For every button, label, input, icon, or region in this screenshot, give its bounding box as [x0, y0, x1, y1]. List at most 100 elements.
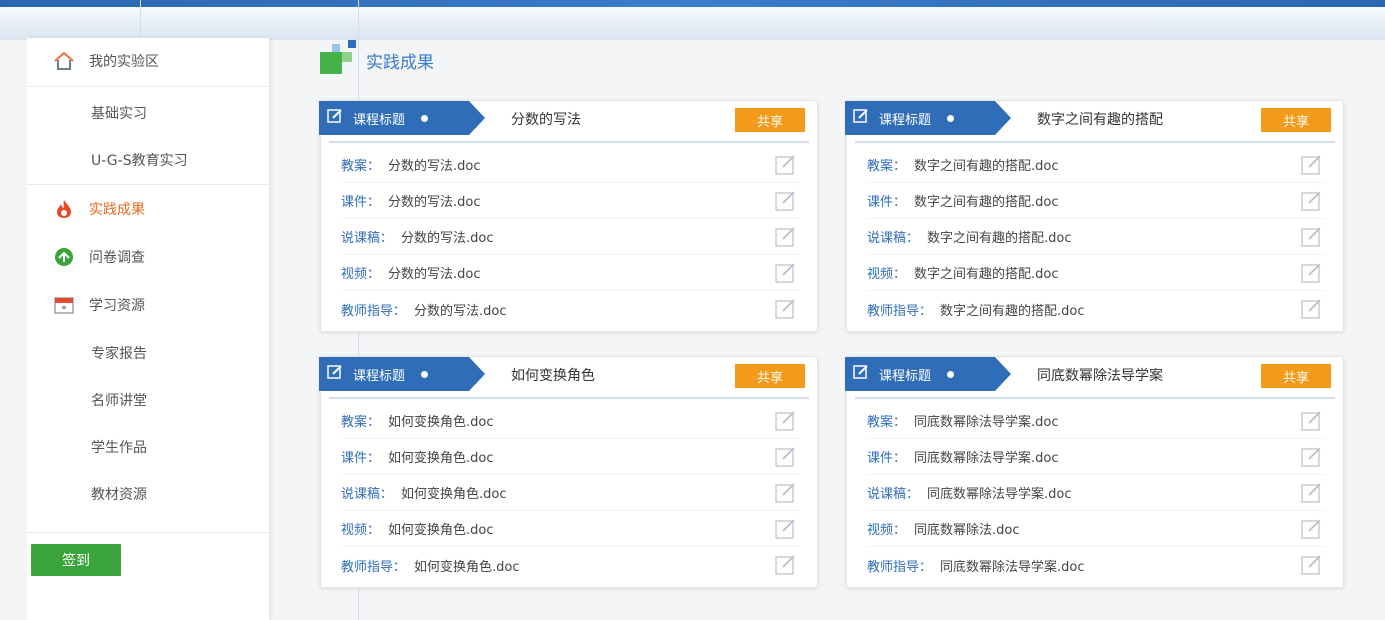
edit-icon[interactable] [1301, 298, 1323, 324]
file-row: 教师指导： 如何变换角色.doc [341, 547, 799, 583]
course-title: 如何变换角色 [511, 368, 595, 384]
file-link[interactable]: 如何变换角色.doc [388, 411, 494, 430]
file-type-label: 教师指导： [341, 559, 407, 575]
edit-icon[interactable] [1301, 446, 1323, 472]
sidebar-item-survey[interactable]: 问卷调查 [27, 234, 269, 280]
file-link[interactable]: 同底数幂除法导学案.doc [914, 447, 1059, 466]
dot-icon [947, 370, 955, 378]
file-row: 课件： 分数的写法.doc [341, 183, 799, 219]
sidebar-item-label: 教材资源 [91, 487, 147, 503]
share-button[interactable]: 共享 [1261, 364, 1331, 388]
edit-icon[interactable] [1301, 518, 1323, 544]
file-link[interactable]: 数字之间有趣的搭配.doc [940, 300, 1085, 319]
sidebar-item-famous-teacher[interactable]: 名师讲堂 [27, 377, 269, 423]
file-link[interactable]: 分数的写法.doc [414, 300, 507, 319]
edit-icon[interactable] [775, 482, 797, 508]
edit-icon[interactable] [775, 226, 797, 252]
edit-icon[interactable] [1301, 154, 1323, 180]
edit-icon[interactable] [1301, 482, 1323, 508]
file-link[interactable]: 数字之间有趣的搭配.doc [927, 227, 1072, 246]
sidebar-item-my-lab[interactable]: 我的实验区 [27, 38, 269, 84]
sidebar-item-expert-reports[interactable]: 专家报告 [27, 330, 269, 376]
file-link[interactable]: 同底数幂除法导学案.doc [914, 411, 1059, 430]
file-link[interactable]: 数字之间有趣的搭配.doc [914, 191, 1059, 210]
edit-icon [853, 108, 869, 128]
tag-label: 课程标题 [353, 112, 406, 128]
card-header: 课程标题 分数的写法 共享 [319, 101, 815, 141]
sidebar-item-label: 问卷调查 [89, 250, 145, 266]
card-header: 课程标题 同底数幂除法导学案 共享 [845, 357, 1341, 397]
divider [855, 397, 1335, 399]
sidebar-item-ugs-practice[interactable]: U-G-S教育实习 [27, 137, 269, 183]
course-title-tag: 课程标题 [319, 101, 485, 135]
file-link[interactable]: 如何变换角色.doc [401, 483, 507, 502]
sidebar-item-textbook-resources[interactable]: 教材资源 [27, 471, 269, 517]
sidebar-item-student-works[interactable]: 学生作品 [27, 424, 269, 470]
edit-icon[interactable] [1301, 226, 1323, 252]
file-link[interactable]: 分数的写法.doc [388, 191, 481, 210]
file-link[interactable]: 如何变换角色.doc [414, 556, 520, 575]
course-title: 同底数幂除法导学案 [1037, 368, 1163, 384]
file-link[interactable]: 分数的写法.doc [388, 155, 481, 174]
edit-icon[interactable] [775, 518, 797, 544]
file-row: 课件： 同底数幂除法导学案.doc [867, 439, 1325, 475]
file-link[interactable]: 数字之间有趣的搭配.doc [914, 155, 1059, 174]
file-link[interactable]: 如何变换角色.doc [388, 447, 494, 466]
share-button[interactable]: 共享 [1261, 108, 1331, 132]
edit-icon[interactable] [1301, 410, 1323, 436]
file-row: 说课稿： 数字之间有趣的搭配.doc [867, 219, 1325, 255]
file-link[interactable]: 如何变换角色.doc [388, 519, 494, 538]
edit-icon[interactable] [775, 190, 797, 216]
file-row: 教案： 数字之间有趣的搭配.doc [867, 147, 1325, 183]
edit-icon[interactable] [775, 262, 797, 288]
file-row: 视频： 数字之间有趣的搭配.doc [867, 255, 1325, 291]
file-link[interactable]: 分数的写法.doc [401, 227, 494, 246]
share-button[interactable]: 共享 [735, 364, 805, 388]
edit-icon[interactable] [775, 298, 797, 324]
divider [27, 184, 269, 185]
edit-icon [853, 364, 869, 384]
file-type-label: 视频： [341, 523, 381, 538]
share-button[interactable]: 共享 [735, 108, 805, 132]
edit-icon [327, 364, 343, 384]
tag-label: 课程标题 [879, 112, 932, 128]
edit-icon[interactable] [775, 410, 797, 436]
card-header: 课程标题 数字之间有趣的搭配 共享 [845, 101, 1341, 141]
file-link[interactable]: 同底数幂除法导学案.doc [940, 556, 1085, 575]
edit-icon[interactable] [775, 446, 797, 472]
file-row: 课件： 数字之间有趣的搭配.doc [867, 183, 1325, 219]
course-card: 课程标题 分数的写法 共享 教案： 分数的写法.doc 课件： 分数的写法.do… [319, 100, 818, 332]
sidebar: 我的实验区 基础实习 U-G-S教育实习 实践成果 问卷调查 学习资源 专家报告… [27, 38, 269, 620]
sign-in-button[interactable]: 签到 [31, 544, 121, 576]
sidebar-item-learning-resources[interactable]: 学习资源 [27, 282, 269, 328]
sidebar-item-practice-results[interactable]: 实践成果 [27, 186, 269, 232]
file-link[interactable]: 同底数幂除法导学案.doc [927, 483, 1072, 502]
file-link[interactable]: 分数的写法.doc [388, 263, 481, 282]
sidebar-item-label: 名师讲堂 [91, 393, 147, 409]
edit-icon[interactable] [775, 554, 797, 580]
sidebar-item-label: U-G-S教育实习 [91, 153, 188, 169]
file-type-label: 教师指导： [867, 559, 933, 575]
top-banner [0, 0, 1385, 40]
edit-icon[interactable] [1301, 554, 1323, 580]
edit-icon[interactable] [1301, 190, 1323, 216]
file-link[interactable]: 同底数幂除法.doc [914, 519, 1020, 538]
file-type-label: 说课稿： [341, 487, 394, 502]
edit-icon[interactable] [775, 154, 797, 180]
file-link[interactable]: 数字之间有趣的搭配.doc [914, 263, 1059, 282]
section-title-text: 实践成果 [366, 52, 434, 73]
file-type-label: 教案： [341, 159, 381, 174]
file-type-label: 教案： [341, 415, 381, 430]
sidebar-item-basic-practice[interactable]: 基础实习 [27, 90, 269, 136]
course-card: 课程标题 如何变换角色 共享 教案： 如何变换角色.doc 课件： 如何变换角色… [319, 356, 818, 588]
course-title-tag: 课程标题 [319, 357, 485, 391]
divider [329, 397, 809, 399]
file-row: 视频： 如何变换角色.doc [341, 511, 799, 547]
calendar-icon [53, 294, 75, 316]
edit-icon [327, 108, 343, 128]
sidebar-item-label: 我的实验区 [89, 54, 159, 70]
file-row: 教案： 同底数幂除法导学案.doc [867, 403, 1325, 439]
tag-label: 课程标题 [353, 368, 406, 384]
edit-icon[interactable] [1301, 262, 1323, 288]
divider [27, 532, 269, 533]
